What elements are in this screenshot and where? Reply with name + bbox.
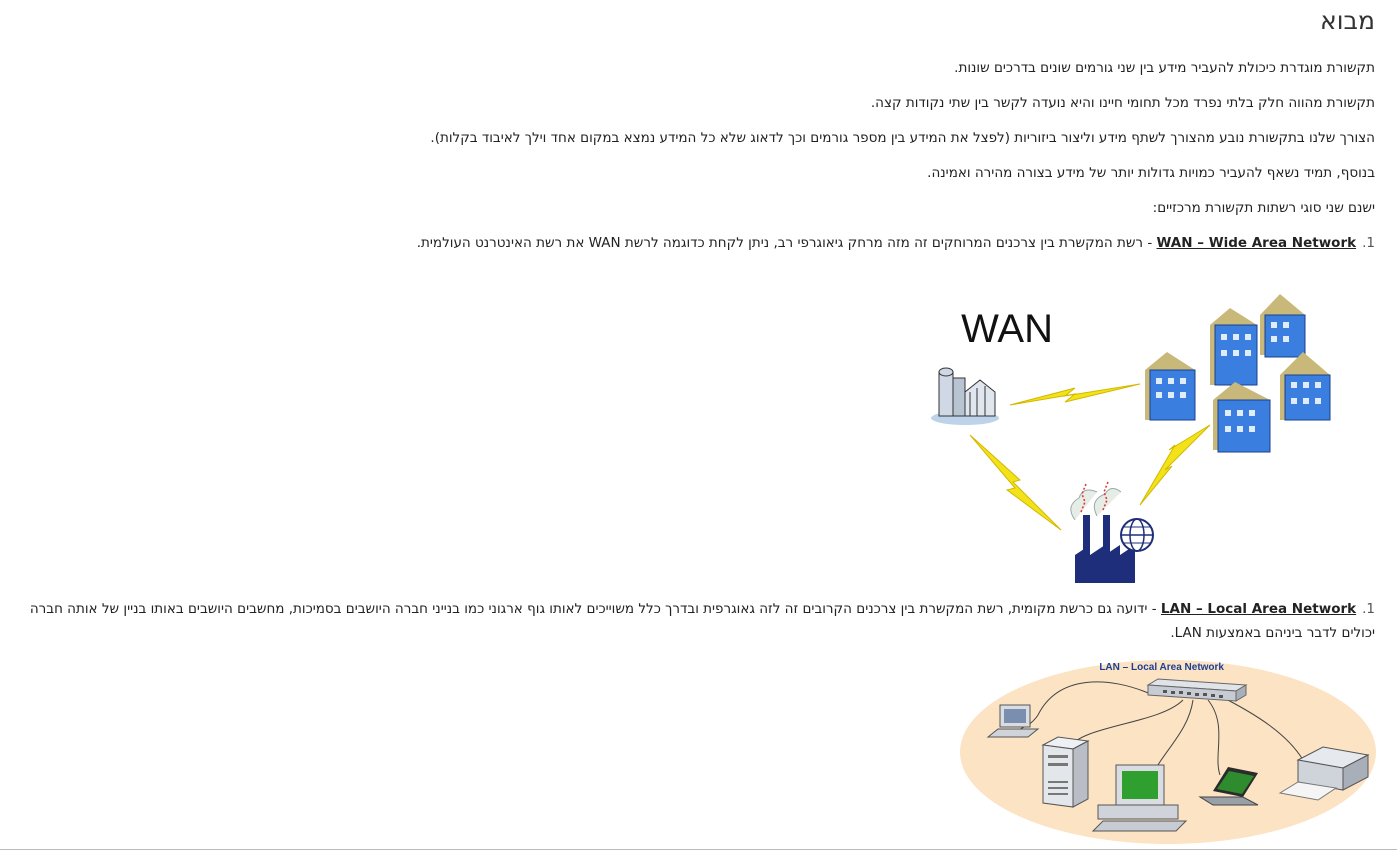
wan-figure-label: WAN: [961, 307, 1053, 351]
bottom-divider: [0, 849, 1397, 850]
paragraph: בנוסף, תמיד נשאף להעביר כמויות גדולות יו…: [927, 165, 1375, 181]
paragraph: תקשורת מהווה חלק בלתי נפרד מכל תחומי חיי…: [870, 95, 1375, 111]
lan-figure: LAN – Local Area Network: [960, 660, 1376, 844]
farm-building-icon: [931, 367, 999, 425]
paragraph: תקשורת מוגדרת כיכולת להעביר מידע בין שני…: [954, 60, 1375, 76]
list-item-wan: 1. WAN – Wide Area Network - רשת המקשרת ב…: [417, 235, 1375, 251]
lightning-bolt-icon: [1009, 383, 1141, 406]
wan-description: רשת המקשרת בין צרכנים המרוחקים זה מזה מר…: [416, 235, 1144, 251]
separator: -: [1143, 235, 1157, 251]
city-buildings-icon: [1145, 294, 1331, 453]
wan-figure: WAN: [931, 294, 1331, 583]
factory-icon: [1070, 481, 1154, 583]
lan-term-link[interactable]: LAN – Local Area Network: [1161, 601, 1356, 617]
separator: -: [1147, 601, 1161, 617]
lightning-bolt-icon: [1139, 424, 1211, 506]
list-number: 1.: [1362, 601, 1375, 617]
list-item-lan: 1.LAN – Local Area Network - ידועה גם כר…: [23, 597, 1375, 645]
paragraph: הצורך שלנו בתקשורת נובע מהצורך לשתף מידע…: [430, 130, 1375, 146]
article: מבוא תקשורת מוגדרת כיכולת להעביר מידע בי…: [0, 0, 1397, 851]
lan-figure-label: LAN – Local Area Network: [1099, 662, 1224, 673]
tower-server-icon: [1041, 736, 1090, 808]
lightning-bolt-icon: [969, 434, 1062, 531]
paragraph: ישנם שני סוגי רשתות תקשורת מרכזיים:: [1152, 200, 1375, 216]
list-number: 1.: [1362, 235, 1375, 251]
wan-term-link[interactable]: WAN – Wide Area Network: [1157, 235, 1357, 251]
page-title: מבוא: [1320, 6, 1375, 35]
